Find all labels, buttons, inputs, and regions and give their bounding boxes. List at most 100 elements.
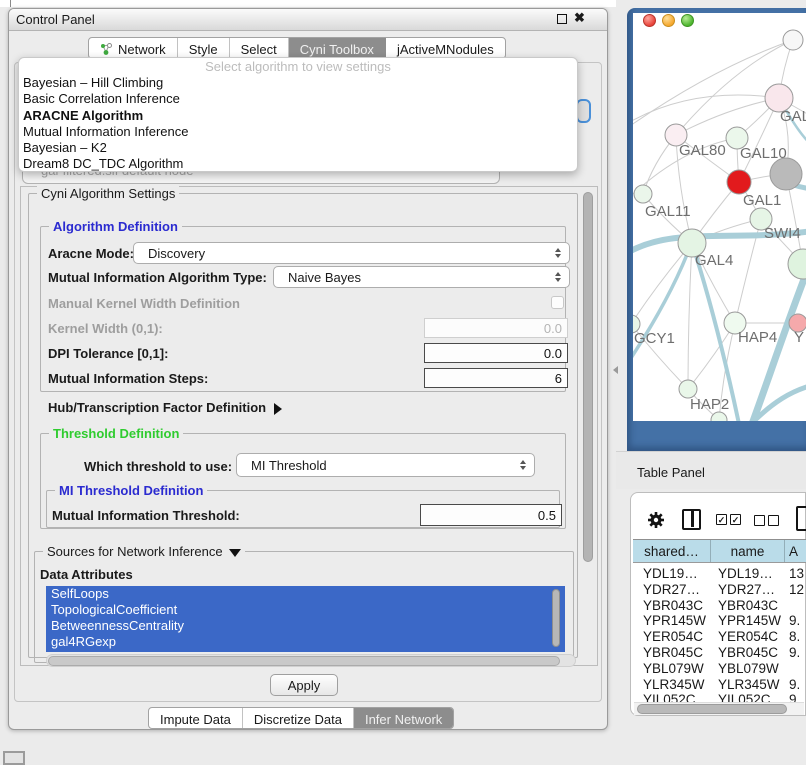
split-columns-icon[interactable] — [682, 509, 701, 530]
table-row[interactable]: YIL052CYIL052C9 — [633, 692, 806, 702]
network-graph[interactable]: GALGAL80GAL10GAL1GAL11SWI4GAL4GCY1HAP4YH… — [633, 28, 806, 421]
table-row[interactable]: YBR043CYBR043C — [633, 598, 806, 614]
table-row[interactable]: YDR27…YDR27…12 — [633, 582, 806, 598]
table-cell: 9. — [789, 613, 806, 629]
kernel-width-field[interactable] — [424, 318, 568, 338]
table-horizontal-scrollbar-thumb[interactable] — [637, 704, 787, 714]
close-icon[interactable]: ✖ — [574, 10, 585, 26]
column-header-a[interactable]: A — [785, 540, 806, 563]
node-label-gcy1: GCY1 — [634, 330, 675, 347]
table-cell: YBR043C — [718, 598, 789, 614]
dropdown-item-basic-correlation-inference[interactable]: Basic Correlation Inference — [19, 91, 577, 107]
node-label-gal: GAL — [780, 108, 806, 125]
mi-threshold-field[interactable] — [420, 504, 562, 526]
window-close-button[interactable] — [643, 14, 656, 27]
dropdown-item-list: Bayesian – Hill ClimbingBasic Correlatio… — [19, 75, 577, 172]
settings-vertical-scrollbar[interactable] — [583, 192, 593, 562]
mi-steps-field[interactable] — [424, 368, 568, 388]
table-cell: YDL19… — [633, 566, 718, 582]
tab-label: Select — [241, 42, 277, 57]
attribute-item-betweennesscentrality[interactable]: BetweennessCentrality — [46, 618, 565, 634]
data-attributes-label: Data Attributes — [40, 567, 133, 582]
aracne-mode-value: Discovery — [134, 246, 550, 261]
which-threshold-combo[interactable]: MI Threshold — [236, 453, 535, 477]
node-unlabeled[interactable] — [711, 412, 727, 421]
tab-select[interactable]: Select — [230, 38, 289, 59]
control-panel-titlebar — [9, 9, 607, 31]
node-gal1[interactable] — [727, 170, 751, 194]
tab-label: Network — [118, 42, 166, 57]
algorithm-combo-spinner[interactable] — [576, 99, 591, 123]
tab-style[interactable]: Style — [178, 38, 230, 59]
table-body: YDL19…YDL19…13YDR27…YDR27…12YBR043CYBR04… — [633, 566, 806, 702]
tab-discretize-data[interactable]: Discretize Data — [243, 708, 354, 729]
table-cell: 8. — [789, 629, 806, 645]
dropdown-item-dream8-dc-tdc-algorithm[interactable]: Dream8 DC_TDC Algorithm — [19, 156, 577, 172]
node-label-gal11: GAL11 — [645, 203, 691, 220]
attribute-item-topologicalcoefficient[interactable]: TopologicalCoefficient — [46, 602, 565, 618]
node-gal11[interactable] — [634, 185, 652, 203]
table-cell: YPR145W — [633, 613, 718, 629]
settings-horizontal-scrollbar-thumb[interactable] — [48, 656, 560, 666]
gear-icon[interactable] — [647, 511, 665, 529]
aracne-mode-combo[interactable]: Discovery — [133, 242, 570, 264]
tab-jactivemnodules[interactable]: jActiveMNodules — [386, 38, 505, 59]
dropdown-item-bayesian-k2[interactable]: Bayesian – K2 — [19, 140, 577, 156]
select-all-icon[interactable]: ✓ — [730, 514, 741, 525]
table-row[interactable]: YBL079WYBL079W — [633, 661, 806, 677]
tab-label: jActiveMNodules — [397, 42, 494, 57]
window-zoom-button[interactable] — [681, 14, 694, 27]
window-minimize-button[interactable] — [662, 14, 675, 27]
dpi-tolerance-field[interactable] — [424, 343, 568, 363]
dropdown-item-aracne-algorithm[interactable]: ARACNE Algorithm — [19, 108, 577, 124]
column-header-shared[interactable]: shared… — [633, 540, 711, 563]
node-unlabeled[interactable] — [783, 30, 803, 50]
table-row[interactable]: YPR145WYPR145W9. — [633, 613, 806, 629]
dropdown-item-mutual-information-inference[interactable]: Mutual Information Inference — [19, 124, 577, 140]
page-icon[interactable] — [796, 506, 806, 531]
attribute-item-selfloops[interactable]: SelfLoops — [46, 586, 565, 602]
mi-type-combo[interactable]: Naive Bayes — [273, 266, 570, 288]
table-row[interactable]: YER054CYER054C8. — [633, 629, 806, 645]
manual-kernel-checkbox[interactable] — [551, 296, 564, 309]
table-panel-title: Table Panel — [637, 465, 705, 480]
node-label-swi4: SWI4 — [764, 225, 801, 242]
deselect-all-icon[interactable] — [754, 515, 765, 526]
select-all-icon[interactable]: ✓ — [716, 514, 727, 525]
collapsed-panel-box[interactable] — [3, 751, 25, 765]
attributes-list-scrollbar[interactable] — [552, 589, 560, 647]
mi-threshold-label: Mutual Information Threshold: — [52, 508, 240, 523]
apply-button[interactable]: Apply — [270, 674, 338, 696]
tab-label: Style — [189, 42, 218, 57]
node-label-y: Y — [794, 329, 804, 346]
tab-impute-data[interactable]: Impute Data — [149, 708, 243, 729]
table-cell: YER054C — [633, 629, 718, 645]
manual-kernel-label: Manual Kernel Width Definition — [48, 296, 240, 311]
table-cell: YIL052C — [633, 692, 718, 702]
float-window-icon[interactable] — [557, 14, 567, 24]
table-cell: YDR27… — [718, 582, 789, 598]
node-unlabeled[interactable] — [788, 249, 806, 279]
column-header-name[interactable]: name — [711, 540, 785, 563]
mi-type-value: Naive Bayes — [274, 270, 550, 285]
sources-group-title[interactable]: Sources for Network Inference — [43, 544, 245, 559]
tab-infer-network[interactable]: Infer Network — [354, 708, 453, 729]
splitpane-handle-icon[interactable] — [613, 366, 618, 374]
tab-cyni-toolbox[interactable]: Cyni Toolbox — [289, 38, 386, 59]
table-row[interactable]: YLR345WYLR345W9. — [633, 677, 806, 693]
table-row[interactable]: YBR045CYBR045C9. — [633, 645, 806, 661]
table-cell: YDL19… — [718, 566, 789, 582]
node-unlabeled[interactable] — [770, 158, 802, 190]
cyni-settings-group-title: Cyni Algorithm Settings — [37, 186, 179, 201]
mi-steps-label: Mutual Information Steps: — [48, 371, 208, 386]
table-header-row: shared…nameA — [633, 539, 806, 563]
hub-definition-toggle[interactable]: Hub/Transcription Factor Definition — [48, 400, 282, 415]
dropdown-item-bayesian-hill-climbing[interactable]: Bayesian – Hill Climbing — [19, 75, 577, 91]
table-row[interactable]: YDL19…YDL19…13 — [633, 566, 806, 582]
algorithm-definition-title: Algorithm Definition — [49, 219, 182, 234]
which-threshold-label: Which threshold to use: — [84, 459, 232, 474]
threshold-definition-title: Threshold Definition — [49, 426, 183, 441]
tab-network[interactable]: Network — [89, 38, 178, 59]
attribute-item-gal4rgexp[interactable]: gal4RGexp — [46, 634, 565, 650]
deselect-all-icon[interactable] — [768, 515, 779, 526]
